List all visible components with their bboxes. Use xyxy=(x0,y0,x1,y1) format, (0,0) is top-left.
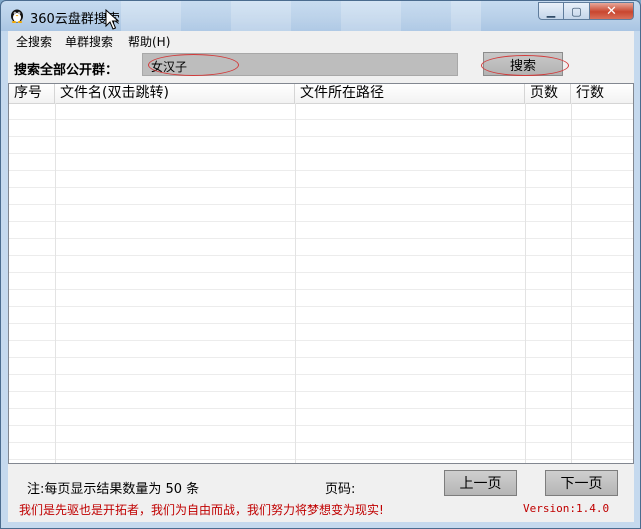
column-divider xyxy=(525,103,526,463)
caption-buttons: ▁ ▢ ✕ xyxy=(538,2,634,21)
prev-page-button[interactable]: 上一页 xyxy=(444,470,517,496)
menu-bar: 全搜索 单群搜索 帮助(H) xyxy=(8,31,634,50)
title-bar-background xyxy=(121,1,481,31)
next-page-label: 下一页 xyxy=(560,476,603,492)
column-header-filename[interactable]: 文件名(双击跳转) xyxy=(55,84,295,103)
table-body[interactable] xyxy=(9,103,633,463)
maximize-icon: ▢ xyxy=(571,4,582,18)
penguin-app-icon xyxy=(9,7,25,23)
menu-all-search[interactable]: 全搜索 xyxy=(16,33,52,50)
footer: 注:每页显示结果数量为 50 条 页码: 上一页 下一页 我们是先驱也是开拓者，… xyxy=(8,464,634,522)
prev-page-label: 上一页 xyxy=(459,476,502,492)
search-row: 搜索全部公开群： 女汉子 搜索 xyxy=(8,50,634,83)
column-divider xyxy=(295,103,296,463)
search-label: 搜索全部公开群： xyxy=(14,63,119,78)
maximize-button[interactable]: ▢ xyxy=(564,2,590,20)
minimize-button[interactable]: ▁ xyxy=(538,2,564,20)
column-header-index[interactable]: 序号 xyxy=(9,84,55,103)
close-button[interactable]: ✕ xyxy=(590,2,634,20)
highlight-ellipse-search-button xyxy=(481,55,569,76)
slogan-text: 我们是先驱也是开拓者，我们为自由而战，我们努力将梦想变为现实! xyxy=(19,503,384,517)
menu-single-group-search[interactable]: 单群搜索 xyxy=(65,33,113,50)
next-page-button[interactable]: 下一页 xyxy=(545,470,618,496)
column-divider xyxy=(571,103,572,463)
results-table[interactable]: 序号 文件名(双击跳转) 文件所在路径 页数 行数 xyxy=(8,83,634,464)
results-per-page-note: 注:每页显示结果数量为 50 条 xyxy=(27,482,200,497)
menu-help[interactable]: 帮助(H) xyxy=(128,33,170,50)
highlight-ellipse-search-input xyxy=(148,54,239,76)
page-number-label: 页码: xyxy=(325,482,356,497)
version-text: Version:1.4.0 xyxy=(523,502,610,515)
client-area: 全搜索 单群搜索 帮助(H) 搜索全部公开群： 女汉子 搜索 序号 文件名(双击… xyxy=(8,31,634,522)
column-header-rows[interactable]: 行数 xyxy=(571,84,633,103)
close-icon: ✕ xyxy=(606,3,617,19)
column-header-path[interactable]: 文件所在路径 xyxy=(295,84,525,103)
title-bar[interactable]: 360云盘群搜索 ▁ ▢ ✕ xyxy=(1,1,640,31)
app-window: 360云盘群搜索 ▁ ▢ ✕ 全搜索 单群搜索 帮助(H) 搜索全部公开群： 女… xyxy=(0,0,641,529)
minimize-icon: ▁ xyxy=(546,4,556,18)
column-divider xyxy=(55,103,56,463)
column-header-pages[interactable]: 页数 xyxy=(525,84,571,103)
table-header: 序号 文件名(双击跳转) 文件所在路径 页数 行数 xyxy=(9,84,633,104)
